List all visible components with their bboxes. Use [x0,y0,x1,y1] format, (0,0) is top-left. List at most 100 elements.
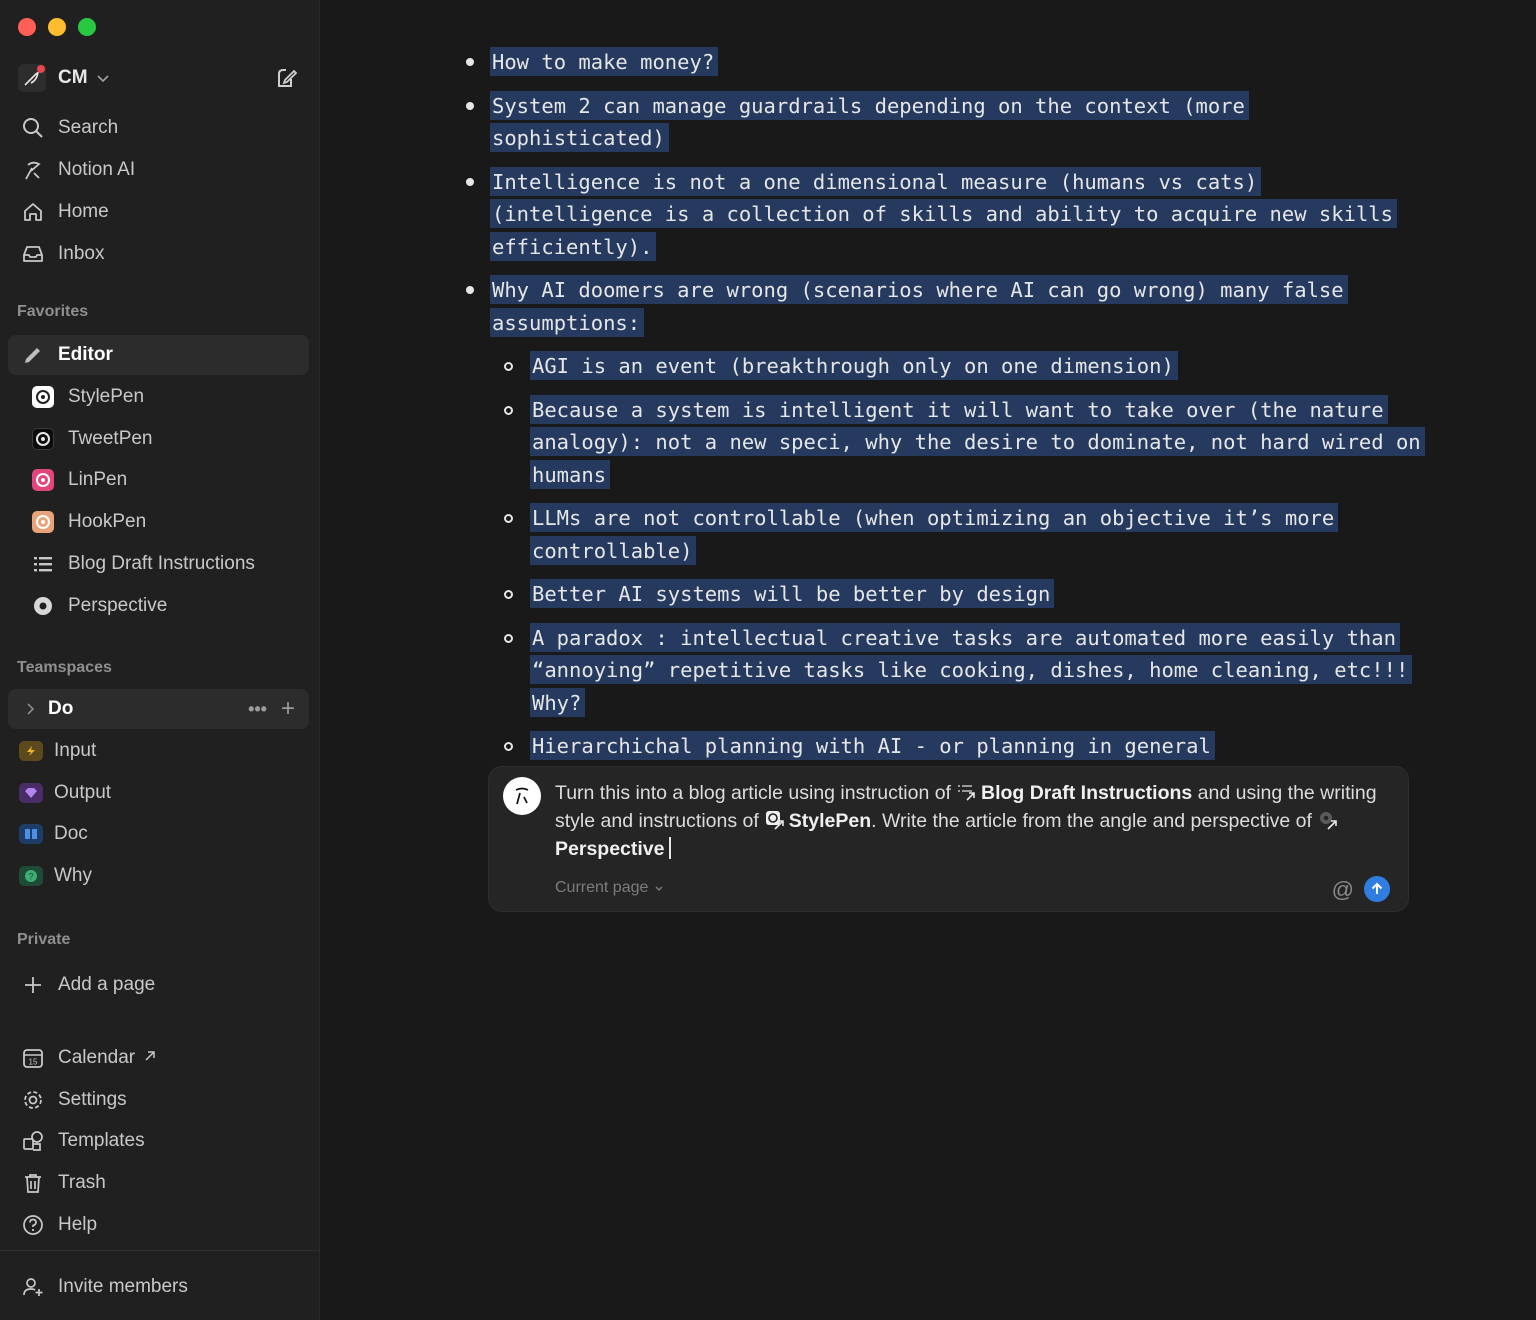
teamspaces-label[interactable]: Teamspaces [17,659,112,677]
sidebar-item-label: Inbox [58,243,105,264]
prompt-text: Turn this into a blog article using inst… [555,782,951,804]
invite-members-button[interactable]: Invite members [8,1267,309,1307]
list-item[interactable]: Intelligence is not a one dimensional me… [466,166,1428,264]
bullet-text[interactable]: Why AI doomers are wrong (scenarios wher… [490,275,1348,337]
scope-selector[interactable]: Current page [555,879,664,897]
ai-prompt-box[interactable]: Turn this into a blog article using inst… [488,766,1409,912]
notion-ai-avatar [503,777,541,815]
list-item[interactable]: Hierarchichal planning with AI - or plan… [504,730,1428,763]
bullet-text[interactable]: How to make money? [490,47,719,76]
sidebar-item-label: Search [58,117,119,138]
sidebar-item-trash[interactable]: Trash [8,1163,309,1203]
doc-icon [18,821,44,847]
bullet-marker [504,362,513,371]
plus-icon [20,972,46,998]
bullet-text[interactable]: System 2 can manage guardrails depending… [490,90,1249,152]
bullet-marker [504,514,513,523]
bullet-text[interactable]: A paradox : intellectual creative tasks … [530,622,1413,717]
notion-ai-icon [20,157,46,183]
hookpen-icon [30,509,56,535]
bullet-marker [504,633,513,643]
invite-icon [20,1274,46,1300]
chevron-right-icon[interactable] [20,696,40,722]
sidebar-item-hookpen[interactable]: HookPen [8,502,309,542]
sidebar-item-output[interactable]: Output [8,773,309,813]
workspace-avatar [18,64,46,92]
sidebar-item-editor[interactable]: Editor [8,335,309,375]
sidebar-item-tweetpen[interactable]: TweetPen [8,419,309,459]
pencil-icon [20,342,46,368]
sidebar-item-label: Trash [58,1172,106,1193]
sidebar-item-label: Settings [58,1089,127,1110]
list-item[interactable]: System 2 can manage guardrails depending… [466,90,1428,155]
favorites-label[interactable]: Favorites [17,303,88,321]
bullet-text[interactable]: Hierarchichal planning with AI - or plan… [530,731,1215,760]
list-item[interactable]: Better AI systems will be better by desi… [504,578,1428,611]
bullet-text[interactable]: Better AI systems will be better by desi… [530,579,1055,608]
arrow-up-icon [1371,882,1383,894]
add-icon[interactable]: + [281,695,295,723]
sidebar-item-do[interactable]: Do ••• + [8,689,309,729]
sidebar-item-input[interactable]: Input [8,731,309,771]
bullet-marker [466,101,474,110]
bullet-text[interactable]: LLMs are not controllable (when optimizi… [530,503,1339,565]
prompt-input[interactable]: Turn this into a blog article using inst… [555,779,1385,863]
close-window-button[interactable] [18,18,36,36]
private-label[interactable]: Private [17,931,70,949]
sidebar-item-stylepen[interactable]: StylePen [8,377,309,417]
minimize-window-button[interactable] [48,18,66,36]
sidebar-item-templates[interactable]: Templates [8,1121,309,1161]
sidebar-item-label: Editor [58,344,113,365]
sidebar-item-calendar[interactable]: 15 Calendar [8,1038,309,1078]
list-item[interactable]: Because a system is intelligent it will … [504,394,1428,492]
list-link-icon [957,782,977,802]
bullet-text[interactable]: AGI is an event (breakthrough only on on… [530,351,1178,380]
list-item[interactable]: LLMs are not controllable (when optimizi… [504,502,1428,567]
sidebar-item-perspective[interactable]: Perspective [8,586,309,626]
scope-label: Current page [555,879,649,896]
gear-icon [20,1087,46,1113]
bullet-list[interactable]: How to make money? System 2 can manage gu… [466,46,1428,774]
calendar-icon: 15 [20,1045,46,1071]
more-icon[interactable]: ••• [248,699,267,720]
sidebar: CM Search Notion AI Home Inbox Favorites… [0,0,320,1320]
sidebar-item-linpen[interactable]: LinPen [8,460,309,500]
perspective-icon [30,593,56,619]
sidebar-item-label: StylePen [68,386,145,407]
list-item[interactable]: How to make money? [466,46,1428,79]
sidebar-item-label: Invite members [58,1276,188,1297]
notion-ai-face-icon [515,787,529,805]
linpen-icon [30,467,56,493]
sidebar-item-inbox[interactable]: Inbox [8,234,309,274]
sidebar-item-blog-draft-instructions[interactable]: Blog Draft Instructions [8,544,309,584]
sidebar-item-settings[interactable]: Settings [8,1080,309,1120]
list-item[interactable]: A paradox : intellectual creative tasks … [504,622,1428,720]
bullet-marker [466,177,474,186]
list-icon [30,551,56,577]
bullet-marker [504,590,513,599]
stylepen-icon [30,384,56,410]
sidebar-item-notion-ai[interactable]: Notion AI [8,150,309,190]
zoom-window-button[interactable] [78,18,96,36]
bullet-marker [504,742,513,751]
sidebar-item-help[interactable]: Help [8,1205,309,1245]
send-button[interactable] [1364,876,1390,902]
bullet-text[interactable]: Intelligence is not a one dimensional me… [490,166,1397,261]
external-link-icon [143,1047,157,1069]
sidebar-item-doc[interactable]: Doc [8,814,309,854]
sidebar-item-home[interactable]: Home [8,192,309,232]
sidebar-item-label: Templates [58,1130,145,1151]
list-item[interactable]: Why AI doomers are wrong (scenarios wher… [466,274,1428,339]
list-item[interactable]: AGI is an event (breakthrough only on on… [504,350,1428,383]
mention-blog-draft-instructions[interactable]: Blog Draft Instructions [981,782,1192,804]
bullet-text[interactable]: Because a system is intelligent it will … [530,394,1425,489]
add-page-button[interactable]: Add a page [8,965,309,1005]
workspace-switcher[interactable]: CM [18,60,301,96]
mention-perspective[interactable]: Perspective [555,838,665,860]
templates-icon [20,1128,46,1154]
sidebar-item-why[interactable]: ? Why [8,856,309,896]
new-page-icon[interactable] [275,66,299,90]
sidebar-item-search[interactable]: Search [8,108,309,148]
mention-stylepen[interactable]: StylePen [789,810,871,832]
mention-button[interactable]: @ [1332,877,1354,903]
